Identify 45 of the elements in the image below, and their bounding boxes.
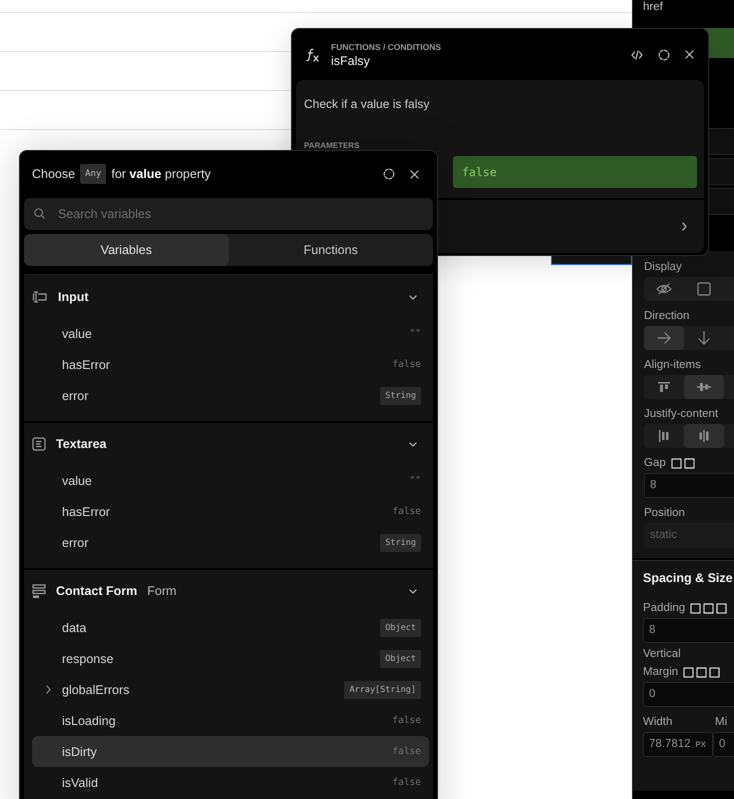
type-badge: String: [380, 534, 421, 552]
variable-name: value: [62, 326, 93, 340]
description: Check if a value is falsy: [303, 96, 430, 111]
property-label: Justify-content: [644, 408, 720, 420]
popup-title: isFalsy: [331, 54, 371, 68]
variable-value: false: [392, 715, 421, 726]
property-label: Gap: [644, 457, 666, 469]
property-label: Margin: [643, 666, 678, 678]
variable-name: hasError: [62, 504, 111, 518]
property-label: Vertical: [643, 648, 682, 660]
variable-value: false: [392, 506, 421, 517]
variable-value: false: [392, 746, 421, 757]
variable-name: error: [62, 388, 90, 402]
variable-name: response: [62, 652, 114, 666]
property-label: Padding: [643, 602, 686, 614]
variable-value: false: [392, 359, 421, 370]
variable-name: isValid: [62, 776, 99, 790]
variable-name: error: [62, 536, 90, 550]
section-title: Spacing & Size: [643, 571, 734, 585]
title-text: for value property: [111, 167, 211, 181]
property-label: href: [642, 0, 664, 14]
property-label: Position: [644, 507, 685, 519]
variable-value: "": [410, 475, 421, 486]
variable-value: "": [410, 328, 421, 339]
property-label: Mi: [714, 716, 728, 728]
variable-name: globalErrors: [62, 682, 130, 696]
type-badge: Any: [80, 164, 106, 184]
property-label: Display: [644, 261, 683, 273]
property-label: Direction: [644, 310, 690, 322]
unit-label: PX: [695, 739, 706, 751]
type-badge: Object: [380, 618, 421, 636]
type-badge: Array[String]: [344, 680, 421, 698]
property-label: Width: [643, 716, 674, 728]
variable-name: isLoading: [62, 714, 117, 728]
property-label: Align-items: [644, 359, 702, 371]
variable-value: false: [392, 777, 421, 788]
type-badge: String: [380, 386, 421, 404]
breadcrumb: FUNCTIONS / CONDITIONS: [331, 42, 442, 52]
type-badge: Object: [380, 650, 421, 668]
title-text: Choose: [32, 167, 76, 181]
variable-name: isDirty: [62, 744, 98, 758]
variable-name: data: [62, 620, 88, 634]
variable-name: value: [62, 474, 93, 488]
variable-name: hasError: [62, 358, 111, 372]
section-label: PARAMETERS: [304, 141, 360, 150]
